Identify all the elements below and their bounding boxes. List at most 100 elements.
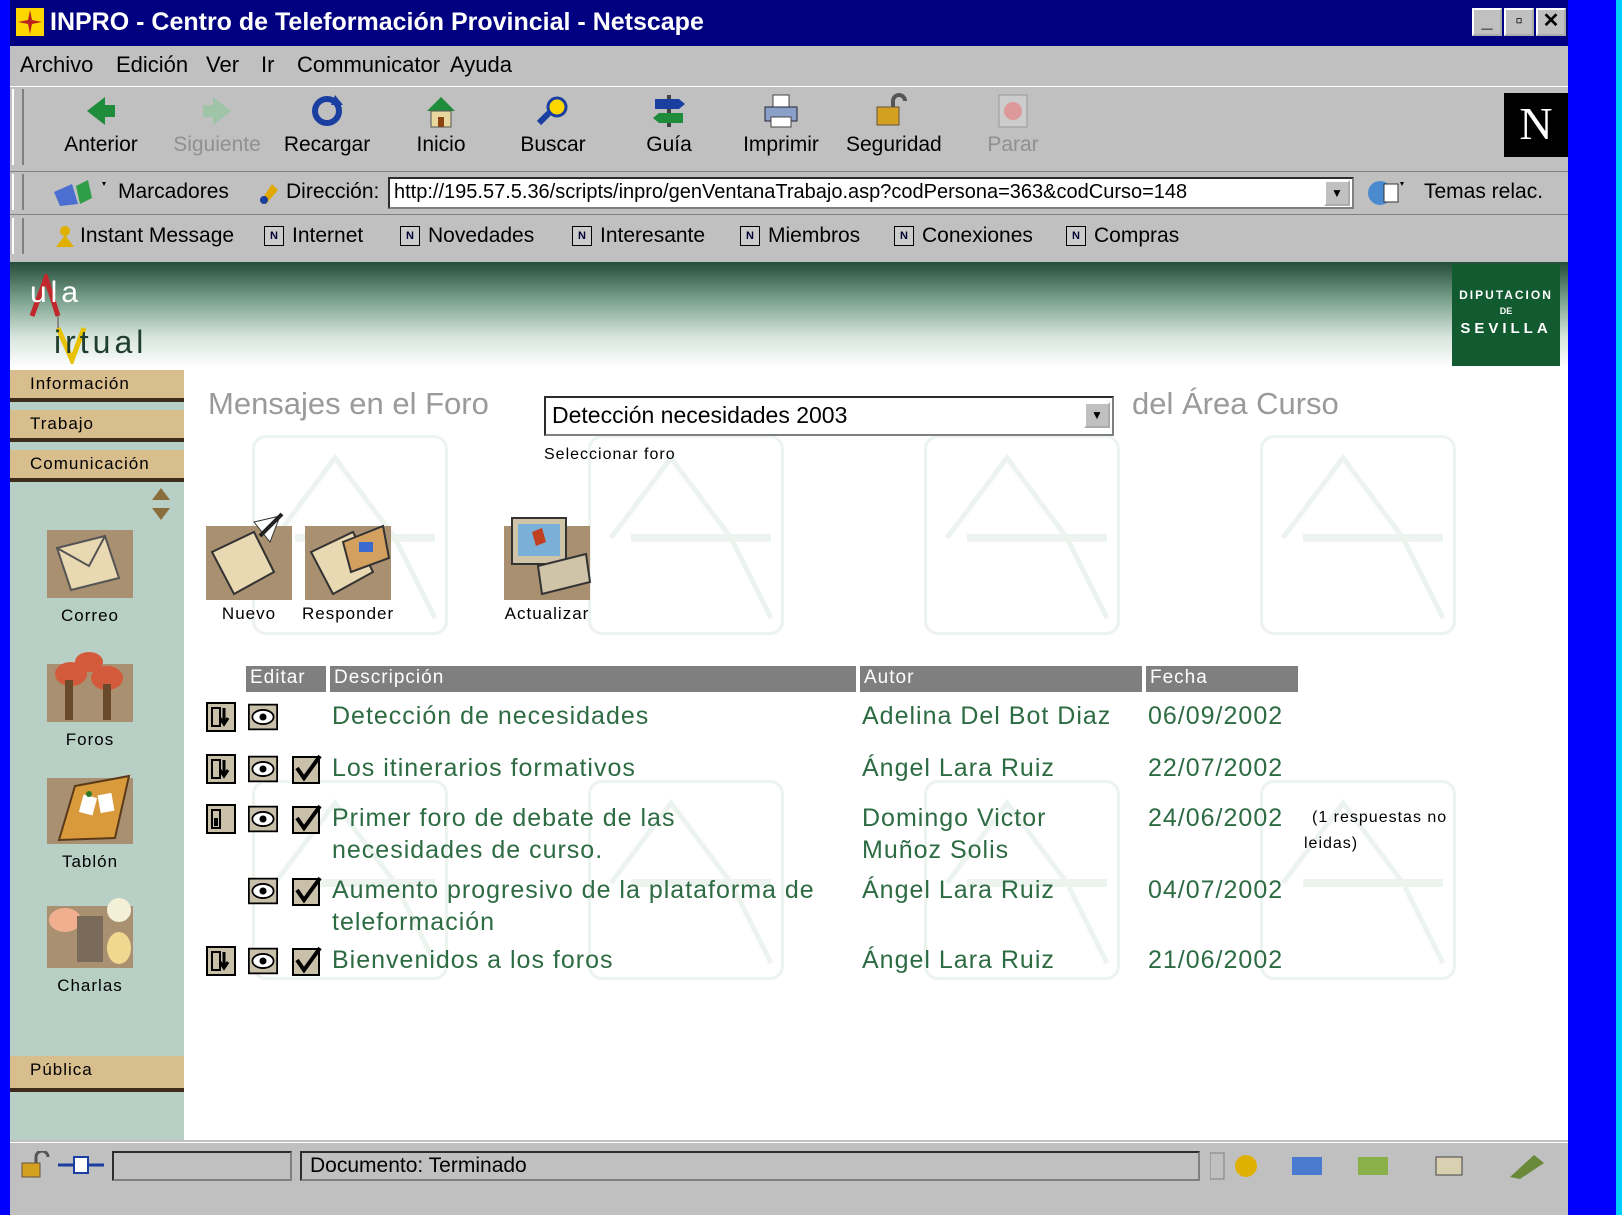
message-description[interactable]: Bienvenidos a los foros: [332, 944, 613, 976]
sidebar-label: Tablón: [61, 852, 119, 871]
seal-mid: DE: [1499, 306, 1513, 316]
message-author[interactable]: Ángel Lara Ruiz: [862, 944, 1055, 976]
maximize-button[interactable]: ▫: [1504, 8, 1534, 36]
bookmark-miembros[interactable]: N Miembros: [740, 224, 860, 248]
message-description[interactable]: Primer foro de debate de las: [332, 802, 675, 834]
view-eye-icon[interactable]: [248, 702, 278, 732]
view-eye-icon[interactable]: [248, 804, 278, 834]
component-bar-icons[interactable]: [1210, 1151, 1560, 1181]
edit-move-icon[interactable]: [206, 946, 236, 976]
person-icon: [56, 226, 74, 248]
view-eye-icon[interactable]: [248, 876, 278, 906]
new-message-button[interactable]: Nuevo: [204, 512, 294, 624]
view-eye-icon[interactable]: [248, 754, 278, 784]
sidebar-item-foros[interactable]: Foros: [20, 650, 160, 750]
bookmark-compras[interactable]: N Compras: [1066, 224, 1179, 248]
netscape-logo[interactable]: N: [1504, 93, 1568, 157]
check-icon[interactable]: [292, 804, 322, 834]
select-forum-hint: Seleccionar foro: [544, 446, 676, 463]
menu-ver[interactable]: Ver: [206, 52, 239, 78]
menu-edicion[interactable]: Edición: [116, 52, 188, 78]
instant-message-button[interactable]: Instant Message: [54, 224, 234, 248]
column-header-autor: Autor: [860, 666, 1142, 692]
check-icon[interactable]: [292, 876, 322, 906]
forward-label: Siguiente: [173, 133, 261, 156]
url-field[interactable]: http://195.57.5.36/scripts/inpro/genVent…: [388, 177, 1354, 209]
tab-informacion[interactable]: Información: [10, 370, 184, 402]
guide-label: Guía: [646, 133, 692, 156]
forum-select-value: Detección necesidades 2003: [552, 402, 848, 428]
message-author-line2[interactable]: Muñoz Solis: [862, 834, 1009, 866]
table-row: Detección de necesidades Adelina Del Bot…: [184, 700, 1568, 740]
related-button[interactable]: Temas relac.: [1424, 180, 1543, 204]
check-icon[interactable]: [292, 754, 322, 784]
guide-button[interactable]: Guía: [624, 89, 714, 157]
edit-move-icon[interactable]: [206, 804, 236, 834]
sidebar-item-tablon[interactable]: Tablón: [20, 772, 160, 872]
home-button[interactable]: Inicio: [396, 89, 486, 157]
bookmark-novedades[interactable]: N Novedades: [400, 224, 534, 248]
address-label: Dirección:: [286, 180, 380, 203]
tab-trabajo[interactable]: Trabajo: [10, 410, 184, 442]
bookmark-icon: N: [572, 226, 592, 247]
menu-communicator[interactable]: Communicator: [297, 52, 440, 78]
toolbar-grip[interactable]: [12, 89, 24, 165]
security-button[interactable]: Seguridad: [846, 89, 942, 157]
stop-label: Parar: [987, 133, 1039, 156]
bookmark-internet[interactable]: N Internet: [264, 224, 363, 248]
reload-button[interactable]: Recargar: [282, 89, 372, 157]
message-description[interactable]: Detección de necesidades: [332, 700, 649, 732]
unread-replies-note: (1 respuestas no: [1312, 809, 1448, 826]
bookmarks-button[interactable]: Marcadores: [118, 180, 229, 204]
message-author[interactable]: Ángel Lara Ruiz: [862, 752, 1055, 784]
reply-button[interactable]: Responder: [302, 512, 394, 624]
sidebar-label: Foros: [65, 730, 115, 749]
chevron-down-icon[interactable]: ▼: [1084, 402, 1110, 428]
personal-grip[interactable]: [12, 218, 24, 254]
message-description-line2[interactable]: teleformación: [332, 906, 495, 938]
minimize-button[interactable]: _: [1472, 8, 1502, 36]
personal-toolbar: Instant Message N Internet N Novedades N In…: [10, 216, 1568, 258]
title-bar: INPRO - Centro de Teleformación Provinci…: [10, 0, 1568, 46]
message-author[interactable]: Ángel Lara Ruiz: [862, 874, 1055, 906]
forward-arrow-icon: [203, 97, 231, 125]
menu-ir[interactable]: Ir: [261, 52, 274, 78]
check-icon[interactable]: [292, 946, 322, 976]
edit-move-icon[interactable]: [206, 702, 236, 732]
bookmark-label: Miembros: [768, 224, 861, 247]
menu-bar: Archivo Edición Ver Ir Communicator Ayud…: [10, 48, 1568, 84]
bookmark-conexiones[interactable]: N Conexiones: [894, 224, 1033, 248]
sidebar-item-charlas[interactable]: Charlas: [20, 896, 160, 996]
reply-envelope-icon: [305, 524, 392, 600]
forum-heading-suffix: del Área Curso: [1132, 386, 1339, 421]
scroll-arrows-icon[interactable]: [150, 486, 172, 522]
message-author[interactable]: Domingo Victor: [862, 802, 1046, 834]
sidebar-item-correo[interactable]: Correo: [20, 526, 160, 626]
url-dropdown-chevron-icon[interactable]: ▼: [1324, 180, 1350, 206]
view-eye-icon[interactable]: [248, 946, 278, 976]
navigation-toolbar: Anterior Siguiente Recargar Inicio Busca…: [10, 86, 1568, 172]
forum-select[interactable]: Detección necesidades 2003 ▼: [544, 396, 1114, 436]
netscape-app-icon: [16, 8, 44, 36]
location-grip[interactable]: [12, 174, 24, 210]
security-status-lock-icon[interactable]: [20, 1151, 50, 1179]
message-description[interactable]: Aumento progresivo de la plataforma de: [332, 874, 815, 906]
message-author[interactable]: Adelina Del Bot Diaz: [862, 700, 1111, 732]
bookmark-interesante[interactable]: N Interesante: [572, 224, 705, 248]
forward-button[interactable]: Siguiente: [172, 89, 262, 157]
edit-move-icon[interactable]: [206, 754, 236, 784]
tab-comunicacion[interactable]: Comunicación: [10, 450, 184, 482]
stop-button[interactable]: Parar: [968, 89, 1058, 157]
tab-publica[interactable]: Pública: [10, 1056, 184, 1092]
menu-ayuda[interactable]: Ayuda: [450, 52, 512, 78]
refresh-button[interactable]: Actualizar: [502, 512, 592, 624]
back-button[interactable]: Anterior: [56, 89, 146, 157]
message-description[interactable]: Los itinerarios formativos: [332, 752, 636, 784]
table-row: Aumento progresivo de la plataforma de t…: [184, 874, 1568, 942]
close-button[interactable]: ✕: [1536, 8, 1566, 36]
print-button[interactable]: Imprimir: [736, 89, 826, 157]
message-description-line2[interactable]: necesidades de curso.: [332, 834, 603, 866]
desktop-edge: [1616, 0, 1622, 1215]
menu-archivo[interactable]: Archivo: [20, 52, 93, 78]
search-button[interactable]: Buscar: [508, 89, 598, 157]
